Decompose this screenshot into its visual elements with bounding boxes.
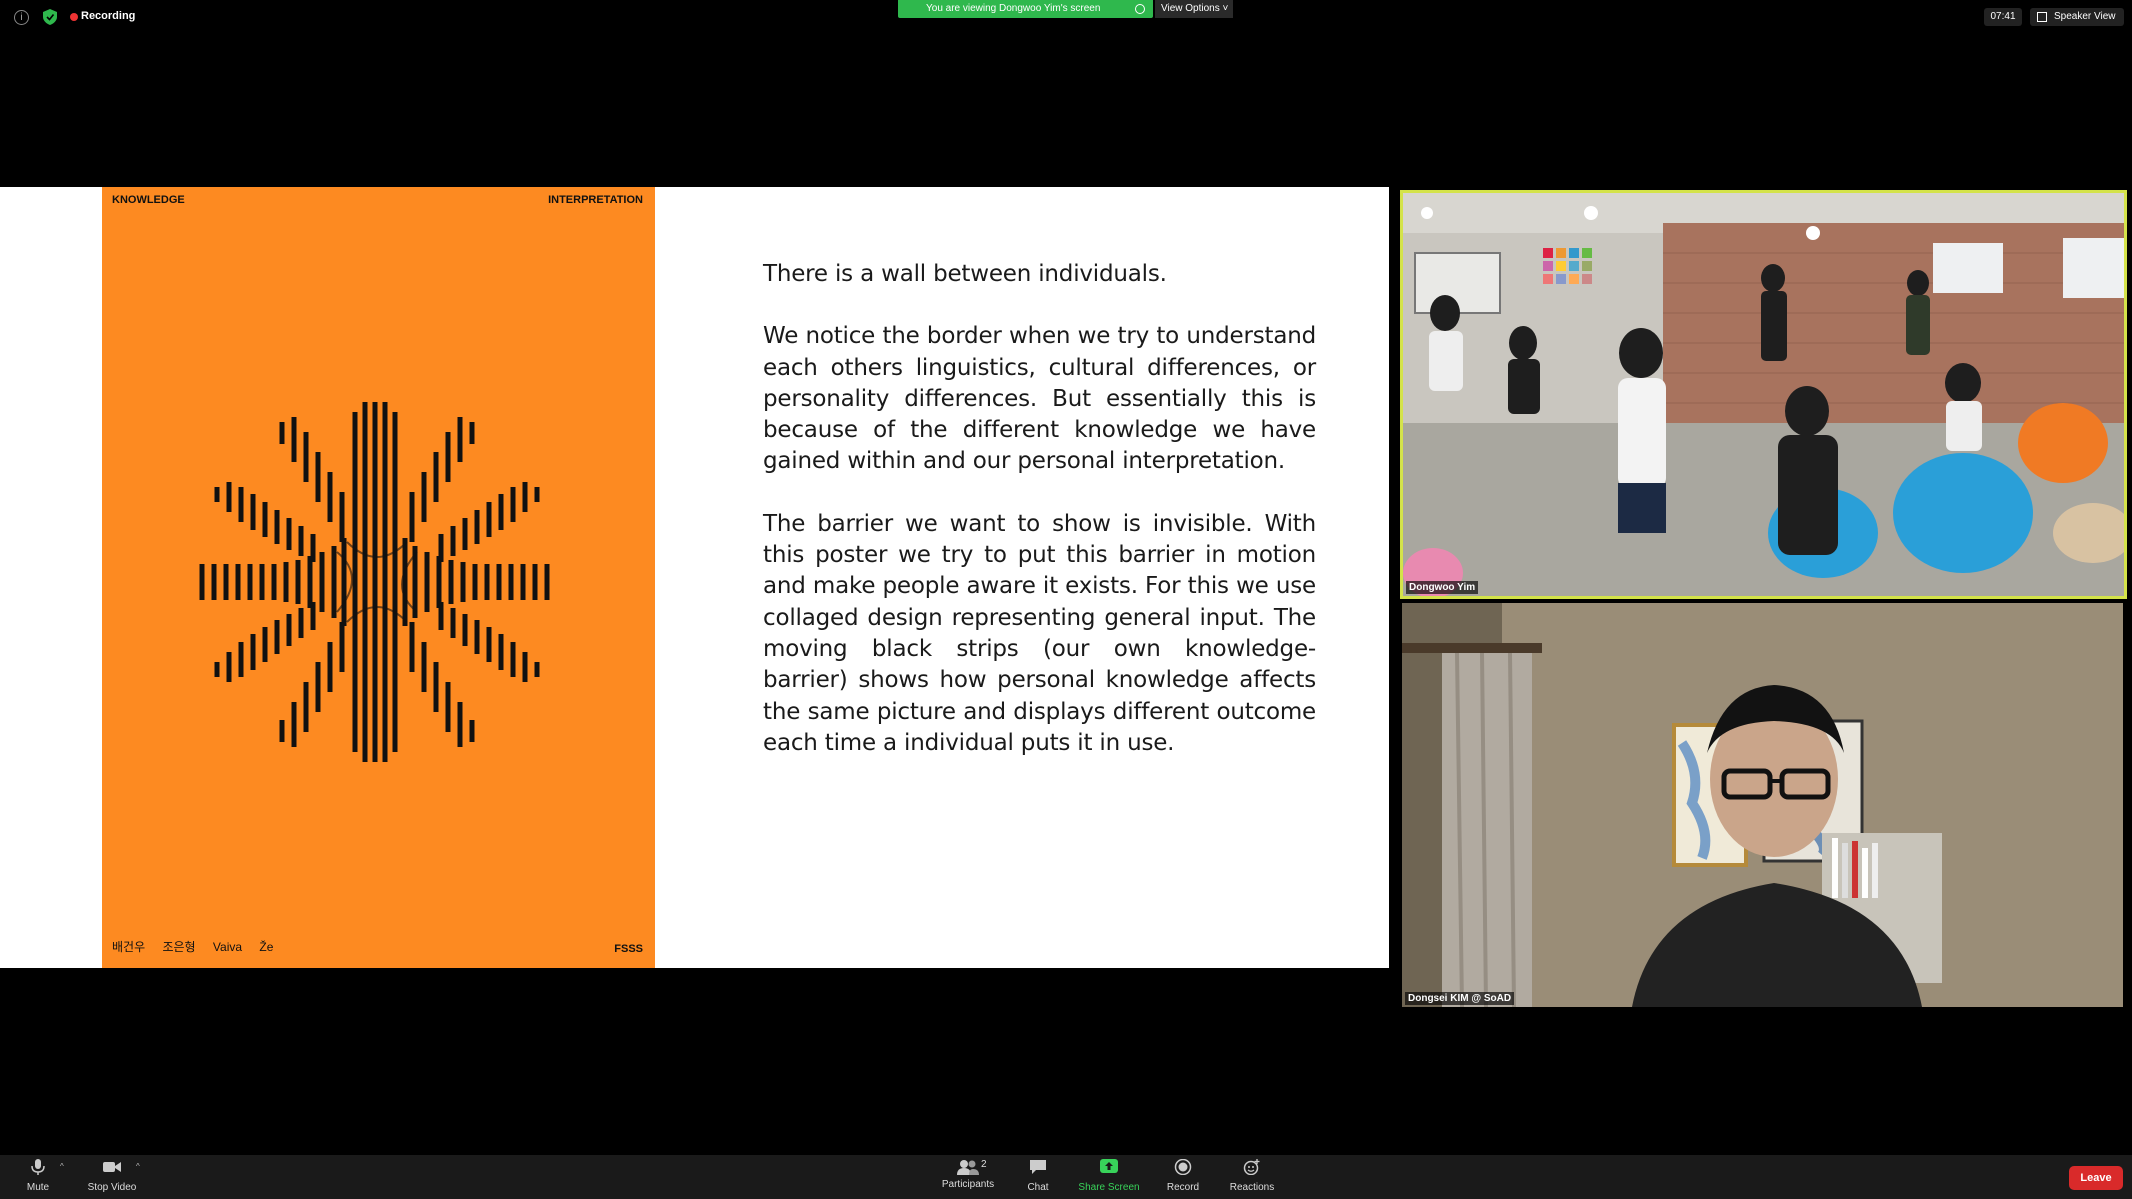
participant-name-tag: Dongsei KIM @ SoAD <box>1405 992 1515 1005</box>
share-screen-label: Share Screen <box>1078 1182 1140 1193</box>
poster-bottom-left: 배건우 조은형 Vaiva Že <box>112 940 274 954</box>
audio-options-caret-icon[interactable]: ^ <box>60 1162 64 1171</box>
shield-icon[interactable] <box>43 9 57 25</box>
recording-label[interactable]: Recording <box>81 10 135 22</box>
poster-top-right: INTERPRETATION <box>548 194 643 206</box>
grid-icon <box>2037 12 2047 22</box>
video-options-caret-icon[interactable]: ^ <box>136 1162 140 1171</box>
slide-text: There is a wall between individuals. We … <box>763 259 1316 790</box>
info-circle-icon[interactable] <box>1135 4 1145 14</box>
participants-label: Participants <box>941 1179 995 1190</box>
chat-button[interactable]: Chat <box>1022 1159 1054 1193</box>
participants-button[interactable]: 2 Participants <box>937 1159 999 1190</box>
participants-count: 2 <box>981 1159 987 1170</box>
video-tile-dongsei-kim[interactable]: Dongsei KIM @ SoAD <box>1402 603 2123 1007</box>
mute-button[interactable]: Mute <box>22 1159 54 1193</box>
video-tile-dongwoo-yim[interactable]: Dongwoo Yim <box>1400 190 2127 599</box>
video-feed-home-office <box>1402 603 2123 1007</box>
share-screen-icon <box>1100 1159 1118 1173</box>
viewing-banner: You are viewing Dongwoo Yim's screen <box>898 0 1153 18</box>
chat-bubble-icon <box>1030 1160 1046 1174</box>
poster-top-left: KNOWLEDGE <box>112 194 185 206</box>
slide-paragraph: The barrier we want to show is invisible… <box>763 510 1316 756</box>
info-icon[interactable]: i <box>14 10 29 25</box>
recording-dot-icon <box>70 13 78 21</box>
chevron-down-icon: ˅ <box>1222 3 1229 14</box>
microphone-icon <box>31 1159 45 1175</box>
view-options-label: View Options <box>1161 3 1220 14</box>
meeting-toolbar: Mute ^ Stop Video ^ 2 Participants Chat <box>0 1155 2132 1199</box>
reactions-label: Reactions <box>1229 1182 1275 1193</box>
chat-label: Chat <box>1027 1182 1049 1193</box>
speaker-view-button[interactable]: Speaker View <box>2030 8 2124 26</box>
leave-button[interactable]: Leave <box>2069 1166 2123 1190</box>
slide-paragraph: We notice the border when we try to unde… <box>763 323 1316 475</box>
record-button[interactable]: Record <box>1164 1158 1202 1193</box>
share-screen-button[interactable]: Share Screen <box>1074 1159 1144 1193</box>
smiley-icon <box>1243 1159 1260 1176</box>
viewing-banner-text: You are viewing Dongwoo Yim's screen <box>926 3 1101 14</box>
slide-paragraph: There is a wall between individuals. <box>763 261 1167 287</box>
video-feed-classroom <box>1403 193 2124 596</box>
record-icon <box>1174 1158 1192 1176</box>
poster: KNOWLEDGE INTERPRETATION 배건우 조은형 Vaiva Ž… <box>102 187 655 968</box>
stop-video-button[interactable]: Stop Video <box>84 1159 140 1193</box>
top-bar: i Recording You are viewing Dongwoo Yim'… <box>0 0 2132 34</box>
video-camera-icon <box>103 1162 121 1172</box>
reactions-button[interactable]: Reactions <box>1226 1159 1278 1193</box>
stop-video-label: Stop Video <box>87 1182 137 1193</box>
participants-icon <box>957 1160 979 1175</box>
view-options-button[interactable]: View Options ˅ <box>1155 0 1233 18</box>
participant-name-tag: Dongwoo Yim <box>1406 581 1479 594</box>
poster-starburst-graphic <box>199 402 550 762</box>
record-label: Record <box>1166 1182 1200 1193</box>
mute-label: Mute <box>26 1182 50 1193</box>
meeting-clock: 07:41 <box>1984 8 2022 26</box>
speaker-view-label: Speaker View <box>2054 11 2116 22</box>
poster-bottom-right: FSSS <box>614 943 643 955</box>
shared-screen: KNOWLEDGE INTERPRETATION 배건우 조은형 Vaiva Ž… <box>0 187 1389 968</box>
